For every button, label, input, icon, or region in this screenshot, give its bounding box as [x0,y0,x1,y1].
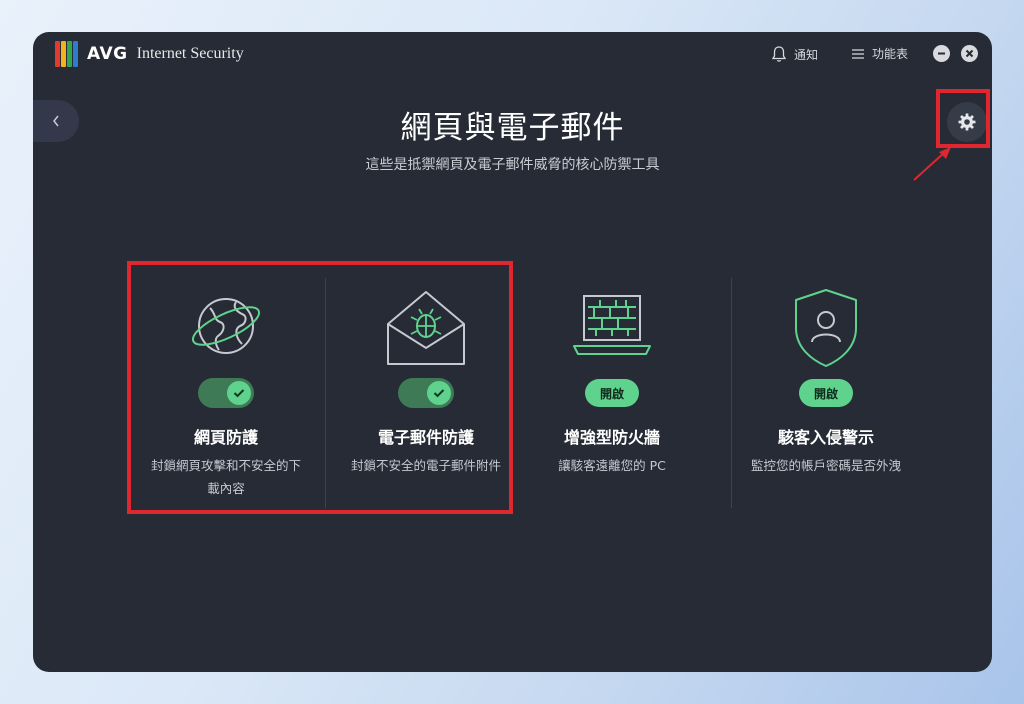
page-subtitle: 這些是抵禦網頁及電子郵件威脅的核心防禦工具 [365,157,660,173]
feature-title: 增強型防火牆 [563,428,660,447]
app-window: AVG Internet Security 通知 功能表 網頁與電子郵件 這些是… [33,32,992,672]
divider [731,278,732,508]
app-brand: AVG [87,44,128,64]
notifications-button[interactable]: 通知 [771,45,818,63]
firewall-enable-button[interactable]: 開啟 [585,379,639,407]
titlebar: AVG Internet Security 通知 功能表 [33,32,992,78]
feature-title: 駭客入侵警示 [777,428,874,447]
app-product-name: Internet Security [136,45,244,62]
feature-hack-alert[interactable]: 開啟 駭客入侵警示 監控您的帳戶密碼是否外洩 [733,278,919,508]
feature-enhanced-firewall[interactable]: 開啟 增強型防火牆 讓駭客遠離您的 PC [519,278,705,508]
shield-user-icon [795,289,857,367]
close-icon [965,49,974,58]
menu-button[interactable]: 功能表 [851,45,908,62]
feature-description: 讓駭客遠離您的 PC [558,458,666,473]
hack-alert-enable-button[interactable]: 開啟 [799,379,853,407]
hamburger-icon [852,48,864,59]
minimize-button[interactable] [933,45,950,62]
settings-highlight-box [936,89,990,148]
menu-label: 功能表 [872,47,909,61]
feature-description: 監控您的帳戶密碼是否外洩 [750,458,901,473]
close-button[interactable] [961,45,978,62]
firewall-laptop-icon [573,295,651,355]
page-title: 網頁與電子郵件 [400,110,625,146]
bell-icon [771,46,787,62]
notifications-label: 通知 [794,47,819,62]
minimize-icon [938,52,945,55]
arrow-annotation-icon [913,147,951,181]
protection-highlight-box [127,261,513,514]
avg-logo-icon [55,41,83,67]
app-logo: AVG Internet Security [55,41,244,67]
